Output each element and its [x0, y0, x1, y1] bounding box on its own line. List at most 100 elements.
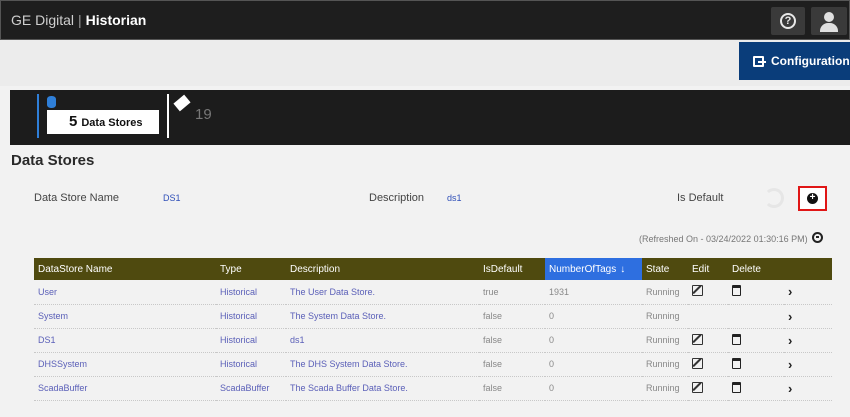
tags-count: 19 — [195, 106, 212, 123]
table-row[interactable]: DHSSystem Historical The DHS System Data S… — [34, 352, 832, 376]
col-header-state[interactable]: State — [642, 258, 688, 280]
cell-delete — [728, 280, 784, 304]
page-title: Data Stores — [11, 152, 95, 169]
cell-description: The System Data Store. — [290, 311, 387, 321]
data-store-name-value: DS1 — [163, 193, 181, 203]
brand-separator: | — [78, 12, 82, 28]
trash-icon[interactable] — [732, 381, 741, 393]
data-stores-count: 5 — [69, 113, 78, 130]
cell-description: ds1 — [290, 335, 305, 345]
col-header-numberoftags[interactable]: NumberOfTags ↓ — [545, 258, 642, 280]
cell-numberoftags: 1931 — [549, 286, 570, 297]
tags-stat[interactable]: 19 — [167, 94, 212, 138]
cell-nav: › — [784, 352, 832, 376]
cell-numberoftags: 0 — [549, 359, 555, 369]
cell-state: Running — [646, 359, 680, 369]
table-body: User Historical The User Data Store. true 19… — [34, 280, 832, 400]
cell-delete — [728, 328, 784, 352]
col-header-numberoftags-label: NumberOfTags — [549, 263, 617, 275]
table-row[interactable]: User Historical The User Data Store. true 19… — [34, 280, 832, 304]
refresh-icon[interactable] — [812, 232, 823, 243]
col-header-description[interactable]: Description — [286, 258, 479, 280]
cell-nav: › — [784, 304, 832, 328]
table-row[interactable]: ScadaBuffer ScadaBuffer The Scada Buffer D… — [34, 376, 832, 400]
configuration-icon — [753, 56, 766, 67]
trash-icon[interactable] — [732, 333, 741, 345]
configuration-button[interactable]: Configuration — [739, 42, 850, 80]
cell-name: User — [38, 286, 58, 297]
chevron-right-icon[interactable]: › — [788, 357, 792, 372]
user-icon — [824, 12, 834, 22]
edit-icon[interactable] — [692, 381, 703, 393]
data-stores-label: Data Stores — [81, 117, 143, 129]
description-label: Description — [369, 192, 425, 204]
cell-numberoftags: 0 — [549, 335, 555, 345]
add-data-store-button[interactable]: + — [798, 186, 827, 211]
cell-description: The User Data Store. — [290, 286, 376, 297]
data-stores-table: DataStore Name Type Description IsDefaul… — [34, 258, 832, 401]
cell-nav: › — [784, 328, 832, 352]
cell-state: Running — [646, 311, 680, 321]
user-menu-button[interactable] — [811, 7, 847, 35]
cell-type: Historical — [220, 286, 258, 297]
col-header-nav — [784, 258, 832, 280]
data-stores-stat[interactable]: 5 Data Stores — [37, 94, 165, 138]
col-header-isdefault[interactable]: IsDefault — [479, 258, 545, 280]
cell-edit — [688, 376, 728, 400]
is-default-toggle-icon[interactable] — [764, 188, 784, 208]
brand: GE Digital | Historian — [11, 12, 146, 28]
col-header-type[interactable]: Type — [216, 258, 286, 280]
cell-isdefault: false — [483, 311, 503, 321]
tag-icon — [173, 94, 191, 112]
table-row[interactable]: System Historical The System Data Store. fa… — [34, 304, 832, 328]
edit-icon[interactable] — [692, 357, 703, 369]
cell-state: Running — [646, 335, 680, 345]
database-icon — [47, 96, 56, 108]
cell-edit — [688, 352, 728, 376]
cell-state: Running — [646, 383, 680, 393]
description-value: ds1 — [447, 193, 462, 203]
cell-edit — [688, 280, 728, 304]
help-button[interactable]: ? — [771, 7, 805, 35]
cell-edit — [688, 304, 728, 328]
toolbar — [0, 40, 850, 86]
cell-name: DS1 — [38, 335, 56, 345]
col-header-delete: Delete — [732, 263, 761, 275]
app-header: GE Digital | Historian ? — [0, 0, 850, 40]
cell-isdefault: true — [483, 286, 499, 297]
table-header-row: DataStore Name Type Description IsDefaul… — [34, 258, 832, 280]
col-header-edit: Edit — [692, 263, 710, 275]
chevron-right-icon[interactable]: › — [788, 284, 792, 299]
edit-icon[interactable] — [692, 285, 703, 297]
chevron-right-icon[interactable]: › — [788, 309, 792, 324]
cell-nav: › — [784, 280, 832, 304]
cell-isdefault: false — [483, 335, 503, 345]
table-row[interactable]: DS1 Historical ds1 false 0 Running › — [34, 328, 832, 352]
user-icon-body — [820, 23, 838, 32]
cell-delete — [728, 304, 784, 328]
cell-description: The Scada Buffer Data Store. — [290, 383, 408, 393]
data-stores-count-box: 5 Data Stores — [47, 110, 159, 134]
cell-isdefault: false — [483, 359, 503, 369]
is-default-label: Is Default — [677, 192, 724, 204]
col-header-name[interactable]: DataStore Name — [34, 258, 216, 280]
app-name: Historian — [85, 12, 147, 28]
cell-numberoftags: 0 — [549, 311, 555, 321]
sort-down-icon: ↓ — [620, 263, 626, 275]
cell-name: DHSSystem — [38, 359, 88, 369]
data-store-name-label: Data Store Name — [34, 192, 119, 204]
trash-icon[interactable] — [732, 357, 741, 369]
stats-bar: 5 Data Stores 19 — [10, 90, 850, 145]
cell-numberoftags: 0 — [549, 383, 555, 393]
add-icon: + — [807, 193, 818, 204]
edit-icon[interactable] — [692, 333, 703, 345]
help-circle-icon: ? — [780, 13, 796, 29]
cell-isdefault: false — [483, 383, 503, 393]
cell-name: System — [38, 311, 69, 321]
chevron-right-icon[interactable]: › — [788, 381, 792, 396]
cell-type: Historical — [220, 359, 258, 369]
cell-name: ScadaBuffer — [38, 383, 88, 393]
chevron-right-icon[interactable]: › — [788, 333, 792, 348]
trash-icon[interactable] — [732, 285, 741, 297]
refreshed-timestamp: (Refreshed On - 03/24/2022 01:30:16 PM) — [639, 234, 808, 244]
